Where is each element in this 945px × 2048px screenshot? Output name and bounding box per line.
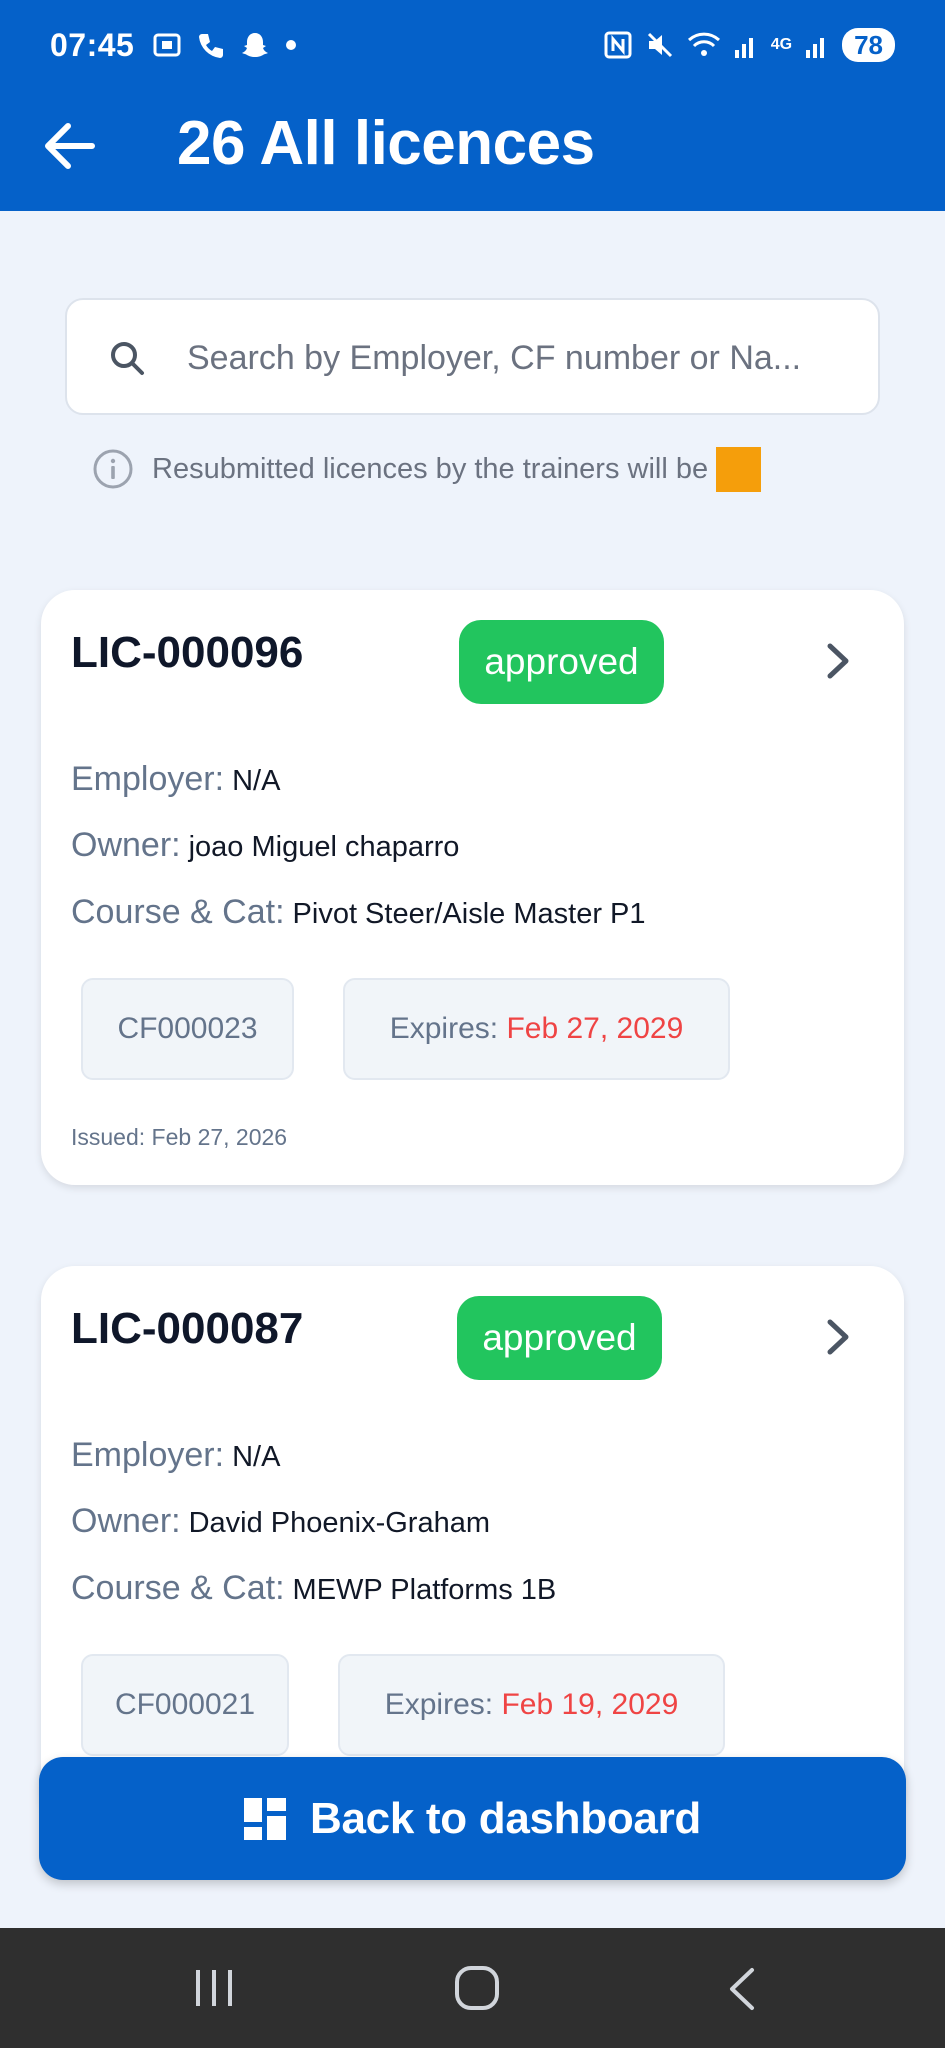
issued-date: Issued: Feb 27, 2026 [71, 1124, 288, 1150]
status-time: 07:45 [50, 26, 135, 63]
expires-label: Expires: [389, 1012, 499, 1045]
mute-icon [647, 32, 672, 58]
employer-label: Employer: [71, 1436, 225, 1474]
course-row: Course & Cat: Pivot Steer/Aisle Master P1 [71, 893, 646, 932]
licence-card[interactable]: LIC-000096 approved Employer: N/A Owner: j… [41, 590, 904, 1185]
title-bar: 26 All licences [0, 100, 945, 190]
course-label: Course & Cat: [71, 893, 285, 931]
course-value: Pivot Steer/Aisle Master P1 [292, 898, 646, 930]
status-badge: approved [459, 620, 664, 704]
status-badge: approved [457, 1296, 662, 1380]
dot-icon [286, 40, 297, 50]
cf-number-chip: CF000021 [81, 1654, 289, 1756]
owner-row: Owner: David Phoenix-Graham [71, 1502, 490, 1541]
chevron-right-icon[interactable] [818, 636, 858, 686]
owner-label: Owner: [71, 1502, 181, 1540]
course-value: MEWP Platforms 1B [292, 1574, 557, 1606]
owner-value: David Phoenix-Graham [188, 1507, 491, 1539]
wifi-calling-icon [199, 34, 224, 58]
back-icon[interactable] [722, 1966, 762, 2012]
expires-label: Expires: [384, 1688, 494, 1721]
cf-number-chip: CF000023 [81, 978, 294, 1080]
network-type: 4G [770, 36, 793, 53]
home-icon[interactable] [454, 1965, 500, 2011]
employer-value: N/A [232, 1441, 281, 1473]
licence-card[interactable]: LIC-000087 approved Employer: N/A Owner: D… [41, 1266, 904, 1826]
app-header: 07:45 4G 78 26 All licences [0, 0, 945, 211]
signal-icon [734, 38, 753, 58]
owner-value: joao Miguel chaparro [188, 831, 460, 863]
chevron-right-icon[interactable] [818, 1312, 858, 1362]
page-title: 26 All licences [177, 109, 595, 178]
licence-id: LIC-000096 [71, 628, 304, 677]
back-to-dashboard-label: Back to dashboard [310, 1793, 701, 1843]
system-icons: 4G 78 [603, 28, 895, 62]
owner-label: Owner: [71, 826, 181, 864]
wifi-icon [687, 32, 720, 56]
expiry-chip: Expires: Feb 27, 2029 [343, 978, 730, 1080]
info-text: Resubmitted licences by the trainers wil… [152, 452, 709, 485]
battery-level: 78 [842, 28, 895, 62]
search-bar [65, 298, 880, 415]
back-to-dashboard-button[interactable]: Back to dashboard [39, 1757, 906, 1880]
search-icon [111, 342, 144, 375]
snapchat-icon [242, 33, 269, 57]
recent-apps-icon[interactable] [192, 1968, 236, 2008]
licence-id: LIC-000087 [71, 1304, 304, 1353]
expiry-date: Feb 19, 2029 [501, 1688, 679, 1721]
dashboard-icon [244, 1797, 286, 1840]
course-row: Course & Cat: MEWP Platforms 1B [71, 1569, 556, 1608]
employer-label: Employer: [71, 760, 225, 798]
arrow-left-icon[interactable] [38, 114, 102, 178]
status-bar: 07:45 4G 78 [0, 0, 945, 90]
resubmitted-color-swatch [716, 446, 762, 492]
expiry-date: Feb 27, 2029 [506, 1012, 684, 1045]
system-nav-bar [0, 1928, 945, 2048]
resubmitted-info: Resubmitted licences by the trainers wil… [92, 446, 892, 492]
notification-icons [152, 30, 298, 60]
nfc-icon [604, 31, 632, 59]
course-label: Course & Cat: [71, 1569, 285, 1607]
employer-row: Employer: N/A [71, 1436, 280, 1475]
search-input[interactable] [187, 330, 867, 386]
owner-row: Owner: joao Miguel chaparro [71, 826, 459, 865]
screenshot-icon [153, 33, 181, 57]
employer-row: Employer: N/A [71, 760, 280, 799]
expiry-chip: Expires: Feb 19, 2029 [338, 1654, 725, 1756]
signal-icon [806, 38, 825, 58]
info-icon [93, 449, 133, 489]
employer-value: N/A [232, 765, 281, 797]
